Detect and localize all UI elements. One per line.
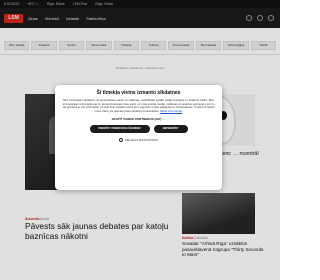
reject-button[interactable]: NEPIEKRĪST	[153, 125, 188, 133]
consent-title: Šī tīmekļa vietne izmanto sīkdatnes	[96, 90, 181, 96]
view-partners-link[interactable]: SKATĪT VAIRĀK PARTNERUS (467) →	[62, 117, 215, 121]
gear-icon	[118, 138, 123, 142]
page: 5.09.2024 +8°C ☼ Rīga. Rīdze LSM.Plus Rī…	[0, 0, 280, 280]
accept-all-button[interactable]: PIEKRĪST VISIEM NOSACĪJUMIEM	[89, 125, 150, 133]
consent-text: Mēs izmantojam sīkdatnes, lai personaliz…	[62, 99, 215, 113]
cookie-consent-dialog: Šī tīmekļa vietne izmanto sīkdatnes Mēs …	[55, 85, 222, 190]
customize-settings-label: PIELĀGOT IESTATĪJUMUS	[124, 138, 159, 142]
consent-body: Mēs izmantojam sīkdatnes, lai personaliz…	[62, 99, 215, 113]
customize-settings-button[interactable]: PIELĀGOT IESTATĪJUMUS	[62, 138, 215, 142]
consent-buttons: PIEKRĪST VISIEM NOSACĪJUMIEM NEPIEKRĪST	[62, 125, 215, 133]
consent-info-link[interactable]: Vairāk informācijas	[160, 110, 183, 113]
